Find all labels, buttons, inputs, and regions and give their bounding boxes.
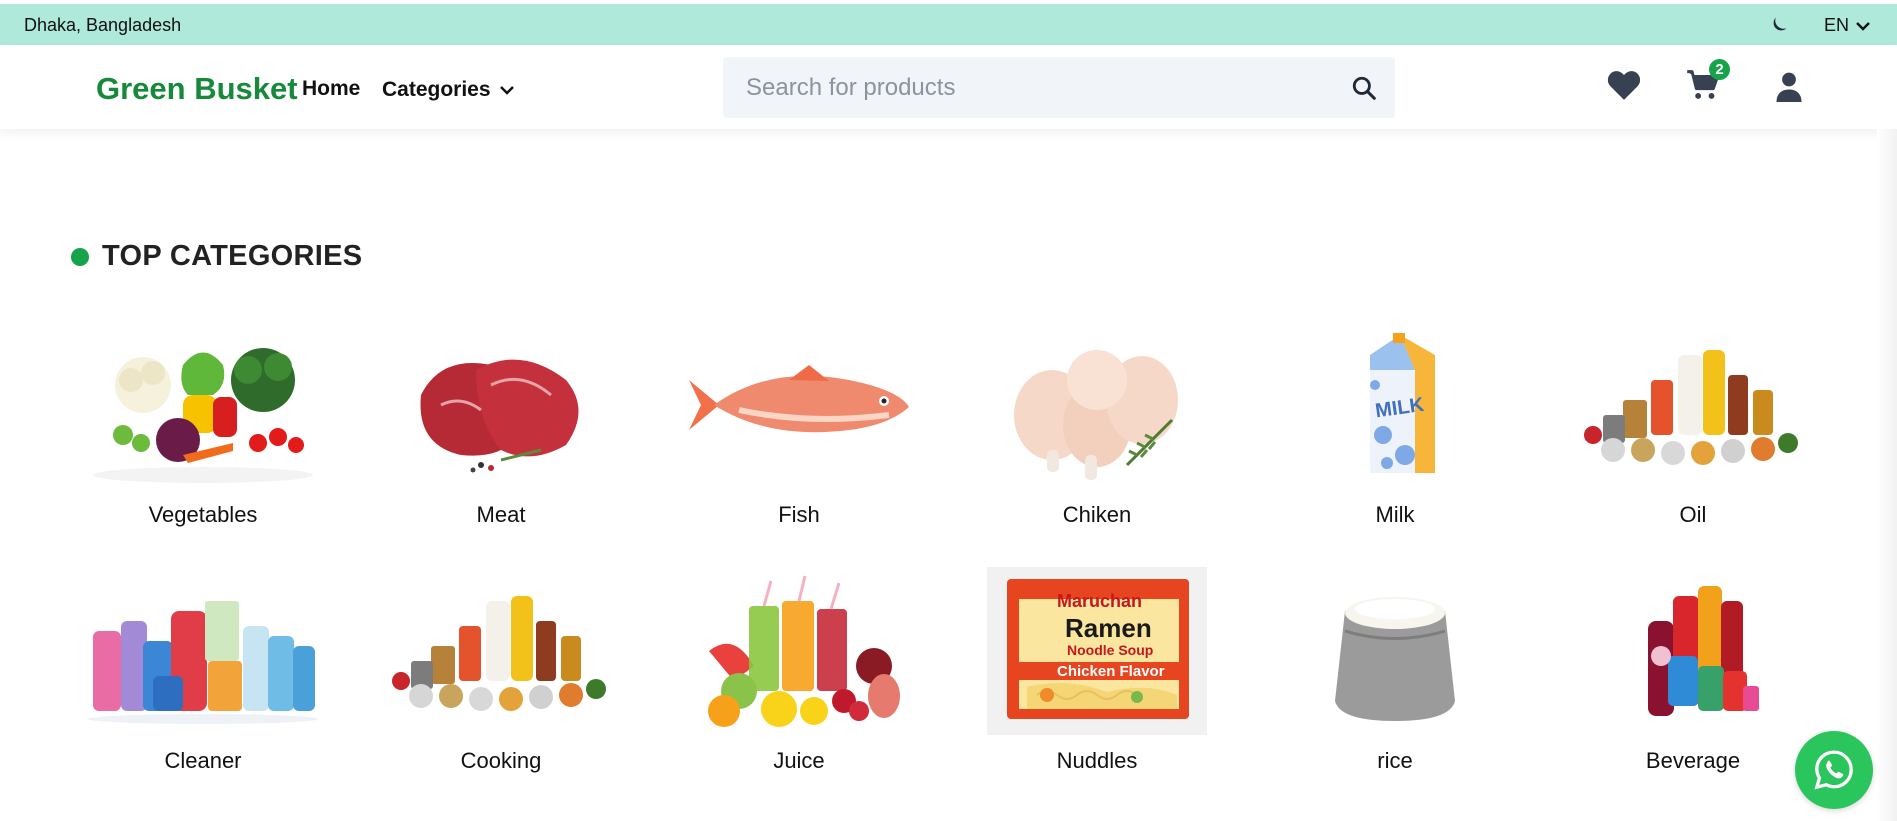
heart-icon[interactable]	[1607, 70, 1641, 100]
category-label: Oil	[1679, 502, 1707, 527]
site-header: Green Busket Home Categories 2	[0, 45, 1897, 129]
rice-image	[1275, 566, 1515, 736]
nav-categories-label: Categories	[382, 78, 491, 101]
category-card-rice[interactable]: rice	[1265, 566, 1525, 774]
category-card-cooking[interactable]: Cooking	[371, 566, 631, 774]
category-card-chiken[interactable]: Chiken	[967, 320, 1227, 528]
nav-home-link[interactable]: Home	[302, 77, 360, 101]
cooking-image	[381, 566, 621, 736]
category-label: rice	[1377, 748, 1413, 773]
category-label: Fish	[778, 502, 820, 527]
category-label: Nuddles	[1056, 748, 1138, 773]
chevron-down-icon	[1856, 21, 1870, 31]
meat-image	[381, 320, 621, 490]
right-edge-shade	[1877, 129, 1897, 821]
search-bar	[723, 57, 1395, 118]
beverage-image	[1573, 566, 1813, 736]
noodles-image: Maruchan Ramen Noodle Soup Chicken Flavo…	[977, 566, 1217, 736]
moon-icon[interactable]	[1768, 14, 1790, 36]
category-label: Beverage	[1645, 748, 1741, 773]
noodle-name: Ramen	[1065, 613, 1152, 643]
category-label: Cooking	[460, 748, 542, 773]
category-card-juice[interactable]: Juice	[669, 566, 929, 774]
language-label: EN	[1824, 15, 1850, 35]
category-label: Juice	[773, 748, 825, 773]
section-title: TOP CATEGORIES	[71, 240, 362, 273]
whatsapp-icon	[1814, 750, 1853, 790]
user-icon[interactable]	[1776, 72, 1802, 102]
search-icon[interactable]	[1351, 75, 1377, 101]
category-card-cleaner[interactable]: Cleaner	[73, 566, 333, 774]
cart-count-badge: 2	[1709, 59, 1730, 80]
top-strip: Dhaka, Bangladesh EN	[0, 4, 1897, 45]
noodle-sub: Noodle Soup	[1067, 642, 1153, 658]
category-card-vegetables[interactable]: Vegetables	[73, 320, 333, 528]
category-card-nuddles[interactable]: Maruchan Ramen Noodle Soup Chicken Flavo…	[967, 566, 1227, 774]
brand-logo[interactable]: Green Busket	[96, 71, 298, 107]
vegetables-image	[83, 320, 323, 490]
category-label: Milk	[1375, 502, 1415, 527]
green-dot	[71, 247, 89, 266]
chevron-down-icon	[499, 86, 514, 95]
category-card-beverage[interactable]: Beverage	[1563, 566, 1823, 774]
category-label: Chiken	[1062, 502, 1132, 527]
category-label: Meat	[476, 502, 526, 527]
milk-image: MILK	[1275, 320, 1515, 490]
oil-image	[1573, 320, 1813, 490]
juice-image	[679, 566, 919, 736]
category-label: Cleaner	[164, 748, 242, 773]
chicken-image	[977, 320, 1217, 490]
category-label: Vegetables	[148, 502, 258, 527]
cleaner-image	[83, 566, 323, 736]
whatsapp-button[interactable]	[1795, 731, 1873, 809]
category-card-fish[interactable]: Fish	[669, 320, 929, 528]
category-card-milk[interactable]: MILK Milk	[1265, 320, 1525, 528]
fish-image	[679, 320, 919, 490]
language-selector[interactable]: EN	[1824, 15, 1871, 36]
search-input[interactable]	[746, 57, 1326, 118]
noodle-brand: Maruchan	[1057, 591, 1142, 611]
nav-categories-dropdown[interactable]: Categories	[382, 78, 515, 102]
noodle-flavor: Chicken Flavor	[1057, 663, 1165, 680]
location-text: Dhaka, Bangladesh	[24, 15, 182, 35]
category-card-oil[interactable]: Oil	[1563, 320, 1823, 528]
section-title-text: TOP CATEGORIES	[102, 240, 363, 272]
category-card-meat[interactable]: Meat	[371, 320, 631, 528]
